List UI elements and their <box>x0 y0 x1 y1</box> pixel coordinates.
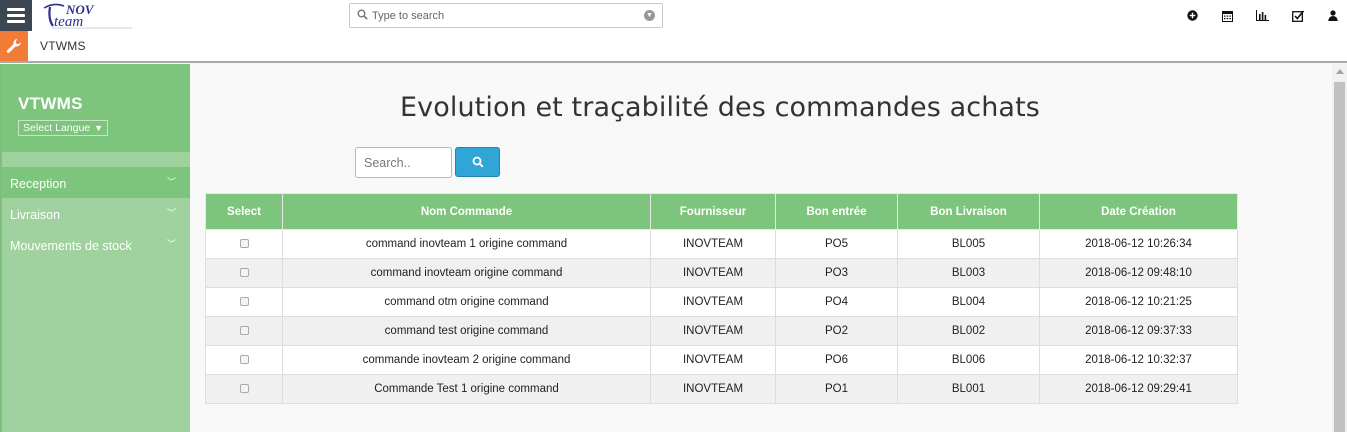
language-select-label: Select Langue <box>23 122 91 134</box>
row-checkbox[interactable] <box>239 384 249 394</box>
triangle-down-icon: ▼ <box>94 123 104 133</box>
cell-date-creation: 2018-06-12 09:48:10 <box>1039 258 1238 288</box>
table-row: command otm origine command INOVTEAM PO4… <box>205 287 1238 317</box>
sidebar-item-label: Mouvements de stock <box>10 239 132 253</box>
main-content: Evolution et traçabilité des commandes a… <box>190 64 1332 432</box>
cell-nom-commande: command inovteam 1 origine command <box>282 229 651 259</box>
cell-bon-livraison: BL003 <box>897 258 1040 288</box>
cell-bon-livraison: BL002 <box>897 316 1040 346</box>
row-checkbox[interactable] <box>239 239 249 249</box>
cell-nom-commande: Commande Test 1 origine command <box>282 374 651 404</box>
cell-bon-livraison: BL004 <box>897 287 1040 317</box>
col-select[interactable]: Select <box>205 193 283 230</box>
table-header-row: Select Nom Commande Fournisseur Bon entr… <box>205 193 1238 230</box>
cell-date-creation: 2018-06-12 09:37:33 <box>1039 316 1238 346</box>
col-date-creation[interactable]: Date Création <box>1039 193 1238 230</box>
hamburger-icon <box>7 8 25 11</box>
cell-date-creation: 2018-06-12 10:26:34 <box>1039 229 1238 259</box>
sidebar-item-mouvements-de-stock[interactable]: Mouvements de stock ﹀ <box>2 229 190 260</box>
table-search-input[interactable] <box>355 147 452 178</box>
cell-bon-entree: PO5 <box>775 229 898 259</box>
cell-bon-entree: PO6 <box>775 345 898 375</box>
cell-fournisseur: INOVTEAM <box>650 316 776 346</box>
chevron-down-icon: ﹀ <box>166 239 176 249</box>
chevron-down-icon: ﹀ <box>166 208 176 218</box>
plus-circle-icon[interactable] <box>1186 9 1199 22</box>
search-icon <box>472 156 484 168</box>
sidebar-item-reception[interactable]: Reception ﹀ <box>2 167 190 198</box>
scroll-up-arrow-icon[interactable] <box>1336 69 1344 74</box>
checkbox-icon[interactable] <box>1291 9 1304 22</box>
row-checkbox[interactable] <box>239 355 249 365</box>
cell-nom-commande: commande inovteam 2 origine command <box>282 345 651 375</box>
col-nom-commande[interactable]: Nom Commande <box>282 193 651 230</box>
cell-bon-entree: PO3 <box>775 258 898 288</box>
col-fournisseur[interactable]: Fournisseur <box>650 193 776 230</box>
sidebar-title: VTWMS <box>18 94 83 113</box>
svg-text:team: team <box>54 14 83 30</box>
cell-date-creation: 2018-06-12 09:29:41 <box>1039 374 1238 404</box>
search-button[interactable] <box>455 147 500 177</box>
module-title: VTWMS <box>40 39 86 53</box>
cell-bon-entree: PO2 <box>775 316 898 346</box>
cell-bon-livraison: BL006 <box>897 345 1040 375</box>
cell-date-creation: 2018-06-12 10:21:25 <box>1039 287 1238 317</box>
cell-fournisseur: INOVTEAM <box>650 258 776 288</box>
table-row: Commande Test 1 origine command INOVTEAM… <box>205 374 1238 404</box>
row-checkbox[interactable] <box>239 297 249 307</box>
module-bar: VTWMS <box>0 31 1347 63</box>
page-title: Evolution et traçabilité des commandes a… <box>400 92 1040 123</box>
user-icon[interactable] <box>1326 9 1339 22</box>
cell-bon-entree: PO4 <box>775 287 898 317</box>
table-row: command test origine command INOVTEAM PO… <box>205 316 1238 346</box>
sidebar-item-label: Reception <box>10 177 67 191</box>
col-bon-entree[interactable]: Bon entrée <box>775 193 898 230</box>
col-bon-livraison[interactable]: Bon Livraison <box>897 193 1040 230</box>
cell-nom-commande: command test origine command <box>282 316 651 346</box>
top-icons <box>1186 9 1339 22</box>
cell-fournisseur: INOVTEAM <box>650 287 776 317</box>
bar-chart-icon[interactable] <box>1256 9 1269 22</box>
table-row: commande inovteam 2 origine command INOV… <box>205 345 1238 375</box>
settings-button[interactable] <box>0 31 28 61</box>
cell-fournisseur: INOVTEAM <box>650 229 776 259</box>
table-row: command inovteam origine command INOVTEA… <box>205 258 1238 288</box>
sidebar-item-label: Livraison <box>10 208 61 222</box>
cell-nom-commande: command otm origine command <box>282 287 651 317</box>
language-select[interactable]: Select Langue ▼ <box>18 120 109 136</box>
cell-fournisseur: INOVTEAM <box>650 345 776 375</box>
sidebar-item-livraison[interactable]: Livraison ﹀ <box>2 198 190 229</box>
search-icon <box>357 9 368 20</box>
chevron-down-icon: ﹀ <box>166 177 176 187</box>
wrench-icon <box>6 38 21 53</box>
orders-table: Select Nom Commande Fournisseur Bon entr… <box>205 193 1238 404</box>
sidebar-header: VTWMS Select Langue ▼ <box>2 64 190 152</box>
page-scrollbar[interactable] <box>1332 64 1347 432</box>
row-checkbox[interactable] <box>239 268 249 278</box>
top-bar: NOV team ▼ <box>0 0 1347 31</box>
cell-fournisseur: INOVTEAM <box>650 374 776 404</box>
cell-bon-livraison: BL005 <box>897 229 1040 259</box>
cell-bon-entree: PO1 <box>775 374 898 404</box>
cell-nom-commande: command inovteam origine command <box>282 258 651 288</box>
inovteam-logo[interactable]: NOV team <box>40 1 156 30</box>
cell-bon-livraison: BL001 <box>897 374 1040 404</box>
table-row: command inovteam 1 origine command INOVT… <box>205 229 1238 259</box>
global-search[interactable]: ▼ <box>349 3 663 28</box>
scrollbar-thumb[interactable] <box>1334 82 1345 432</box>
chevron-down-icon[interactable]: ▼ <box>644 10 655 21</box>
row-checkbox[interactable] <box>239 326 249 336</box>
menu-toggle-button[interactable] <box>0 0 32 31</box>
sidebar: VTWMS Select Langue ▼ Reception ﹀ Livrais… <box>0 64 190 432</box>
calendar-icon[interactable] <box>1221 9 1234 22</box>
global-search-input[interactable] <box>372 7 632 25</box>
cell-date-creation: 2018-06-12 10:32:37 <box>1039 345 1238 375</box>
